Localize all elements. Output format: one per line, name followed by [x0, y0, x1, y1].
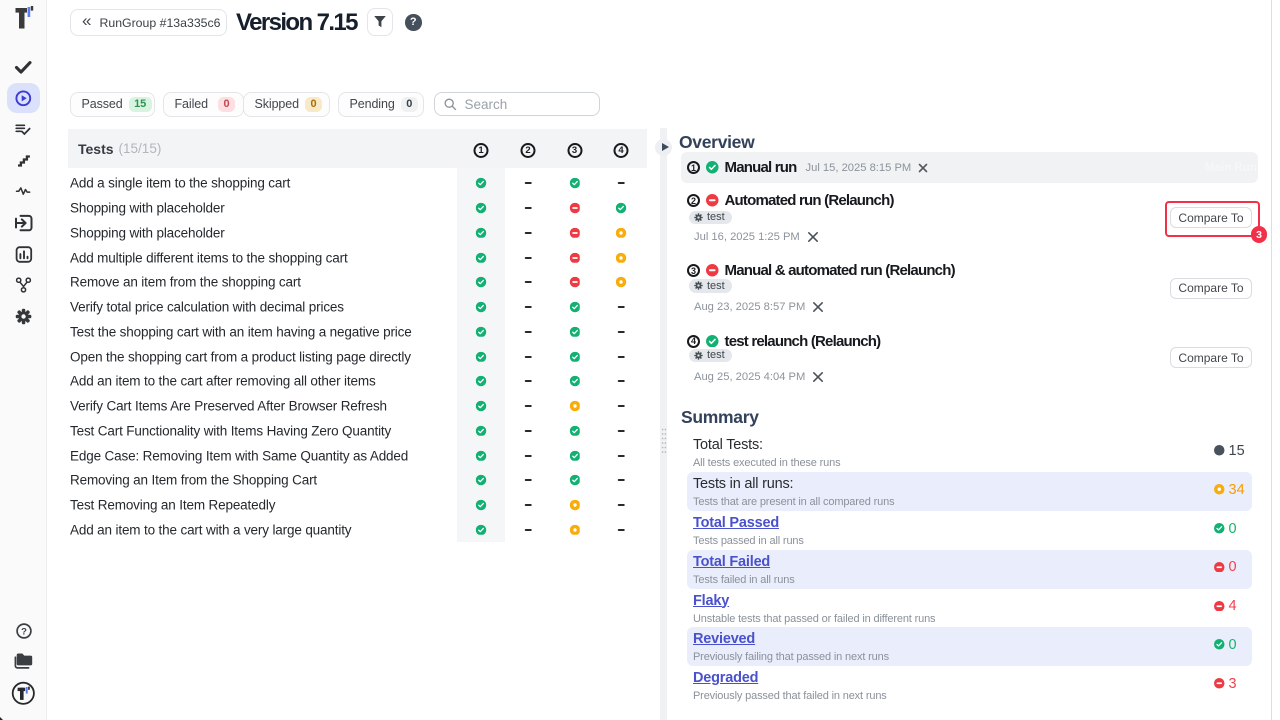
svg-text:?: ? [21, 627, 27, 638]
